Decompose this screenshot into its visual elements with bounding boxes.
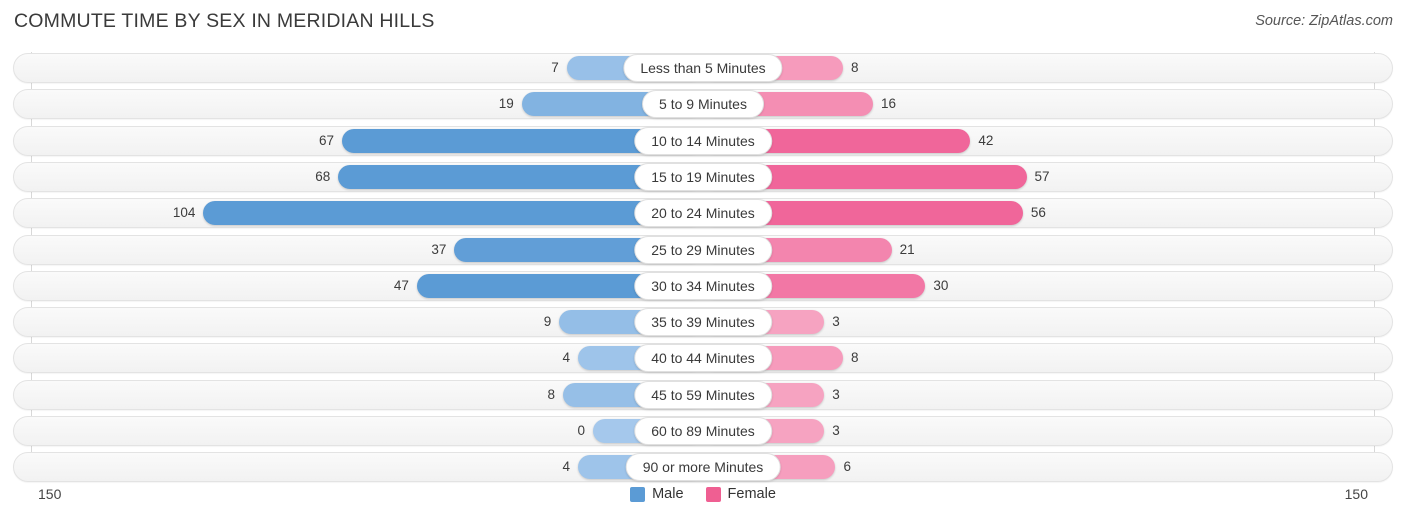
legend-swatch-icon: [630, 486, 646, 502]
table-row: 67 42 10 to 14 Minutes: [13, 126, 1393, 156]
category-label: 90 or more Minutes: [642, 459, 764, 476]
category-label-pill: 90 or more Minutes: [625, 453, 781, 482]
bar-value-female: 16: [880, 96, 896, 112]
table-row: 8 3 45 to 59 Minutes: [13, 380, 1393, 410]
category-label: 30 to 34 Minutes: [651, 277, 755, 294]
table-row: 7 8 Less than 5 Minutes: [13, 53, 1393, 83]
bar-value-male: 47: [393, 277, 409, 293]
table-row: 47 30 30 to 34 Minutes: [13, 271, 1393, 301]
table-row: 104 56 20 to 24 Minutes: [13, 198, 1393, 228]
bar-value-female: 21: [899, 241, 915, 257]
chart-footer: 150 150 Male Female: [0, 484, 1406, 518]
category-label: 60 to 89 Minutes: [651, 423, 755, 439]
category-label-pill: 45 to 59 Minutes: [634, 380, 772, 409]
bar-value-male: 4: [562, 350, 571, 366]
category-label-pill: 35 to 39 Minutes: [634, 308, 772, 337]
bar-male[interactable]: [203, 201, 703, 226]
chart-legend: Male Female: [0, 486, 1406, 502]
category-label-pill: 20 to 24 Minutes: [634, 199, 772, 228]
category-label: 35 to 39 Minutes: [651, 314, 755, 331]
table-row: 4 8 40 to 44 Minutes: [13, 343, 1393, 373]
bar-value-female: 6: [843, 459, 851, 475]
category-label: 45 to 59 Minutes: [651, 386, 755, 403]
bar-value-male: 68: [315, 168, 331, 184]
legend-item-male[interactable]: Male: [630, 486, 684, 502]
bar-value-female: 57: [1034, 168, 1050, 184]
bar-value-male: 37: [431, 241, 447, 257]
category-label-pill: 5 to 9 Minutes: [642, 90, 764, 119]
category-label-pill: 40 to 44 Minutes: [634, 344, 772, 373]
legend-label: Male: [652, 486, 684, 502]
bar-value-male: 0: [577, 423, 585, 438]
category-label-pill: Less than 5 Minutes: [623, 54, 783, 82]
table-row: 37 21 25 to 29 Minutes: [13, 235, 1393, 265]
bar-value-female: 8: [850, 350, 859, 366]
legend-item-female[interactable]: Female: [705, 486, 776, 502]
legend-label: Female: [727, 486, 776, 502]
bar-value-female: 3: [832, 314, 840, 330]
category-label: Less than 5 Minutes: [640, 60, 766, 76]
bar-value-female: 42: [978, 132, 994, 148]
table-row: 19 16 5 to 9 Minutes: [13, 89, 1393, 119]
bar-value-male: 67: [318, 132, 334, 148]
chart-root: COMMUTE TIME BY SEX IN MERIDIAN HILLS So…: [0, 0, 1406, 523]
category-label: 10 to 14 Minutes: [651, 132, 755, 149]
bar-value-male: 4: [562, 459, 571, 475]
bar-value-female: 30: [933, 277, 949, 293]
bar-value-female: 3: [832, 386, 840, 402]
table-row: 68 57 15 to 19 Minutes: [13, 162, 1393, 192]
category-label-pill: 30 to 34 Minutes: [634, 271, 772, 300]
bar-value-female: 3: [832, 423, 840, 438]
bar-value-male: 9: [543, 314, 552, 330]
plot-area: 7 8 Less than 5 Minutes 19 16 5 to 9 Minutes 6…: [0, 52, 1406, 483]
bar-value-male: 19: [498, 96, 514, 112]
category-label: 40 to 44 Minutes: [651, 350, 755, 367]
category-label: 20 to 24 Minutes: [651, 205, 755, 222]
category-label-pill: 60 to 89 Minutes: [634, 417, 772, 445]
table-row: 4 6 90 or more Minutes: [13, 452, 1393, 482]
source-attribution: Source: ZipAtlas.com: [1255, 13, 1393, 29]
table-row: 0 3 60 to 89 Minutes: [13, 416, 1393, 446]
table-row: 9 3 35 to 39 Minutes: [13, 307, 1393, 337]
category-label: 5 to 9 Minutes: [659, 96, 747, 113]
chart-header: COMMUTE TIME BY SEX IN MERIDIAN HILLS So…: [0, 0, 1406, 46]
category-label-pill: 10 to 14 Minutes: [634, 126, 772, 155]
page-title: COMMUTE TIME BY SEX IN MERIDIAN HILLS: [14, 10, 435, 32]
bar-value-male: 8: [547, 386, 556, 402]
bar-value-male: 7: [551, 60, 559, 75]
category-label-pill: 25 to 29 Minutes: [634, 235, 772, 264]
bar-value-female: 8: [850, 60, 859, 75]
category-label: 15 to 19 Minutes: [651, 168, 755, 185]
bar-value-male: 104: [172, 205, 196, 221]
legend-swatch-icon: [705, 486, 721, 502]
category-label-pill: 15 to 19 Minutes: [634, 162, 772, 191]
bar-value-female: 56: [1030, 205, 1046, 221]
category-label: 25 to 29 Minutes: [651, 241, 755, 258]
